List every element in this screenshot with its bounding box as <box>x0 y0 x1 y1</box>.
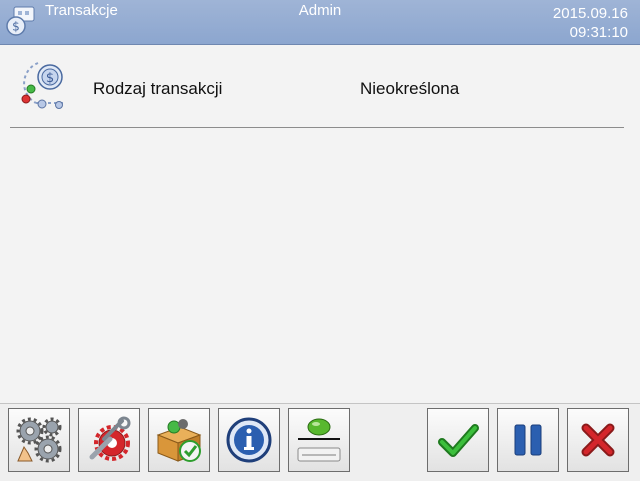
logged-user: Admin <box>298 2 342 19</box>
database-products-icon <box>152 413 206 467</box>
info-icon <box>222 413 276 467</box>
main-list: $ Rodzaj transakcji Nieokreślona <box>0 45 640 403</box>
tools-button[interactable] <box>78 408 140 472</box>
tare-button[interactable] <box>288 408 350 472</box>
settings-button[interactable] <box>8 408 70 472</box>
settings-gears-icon <box>12 413 66 467</box>
svg-text:$: $ <box>12 20 20 34</box>
scale-tare-icon <box>292 413 346 467</box>
database-button[interactable] <box>148 408 210 472</box>
row-value: Nieokreślona <box>360 79 460 98</box>
row-label: Rodzaj transakcji <box>93 79 223 98</box>
bottom-toolbar <box>0 403 640 481</box>
close-x-icon <box>574 416 622 464</box>
cancel-button[interactable] <box>567 408 629 472</box>
pause-icon <box>504 416 552 464</box>
title-bar: $ Transakcje Admin 2015.09.16 09:31:10 <box>0 0 640 45</box>
list-item-transaction-type[interactable]: $ Rodzaj transakcji Nieokreślona <box>10 55 624 128</box>
checkmark-icon <box>434 416 482 464</box>
date-text: 2015.09.16 <box>552 5 628 22</box>
time-text: 09:31:10 <box>569 24 628 41</box>
info-button[interactable] <box>218 408 280 472</box>
transaction-type-icon: $ <box>16 57 70 111</box>
tools-wrench-icon <box>82 413 136 467</box>
pause-button[interactable] <box>497 408 559 472</box>
date-time: 2015.09.16 09:31:10 <box>553 4 628 42</box>
confirm-button[interactable] <box>427 408 489 472</box>
svg-text:$: $ <box>46 71 54 86</box>
